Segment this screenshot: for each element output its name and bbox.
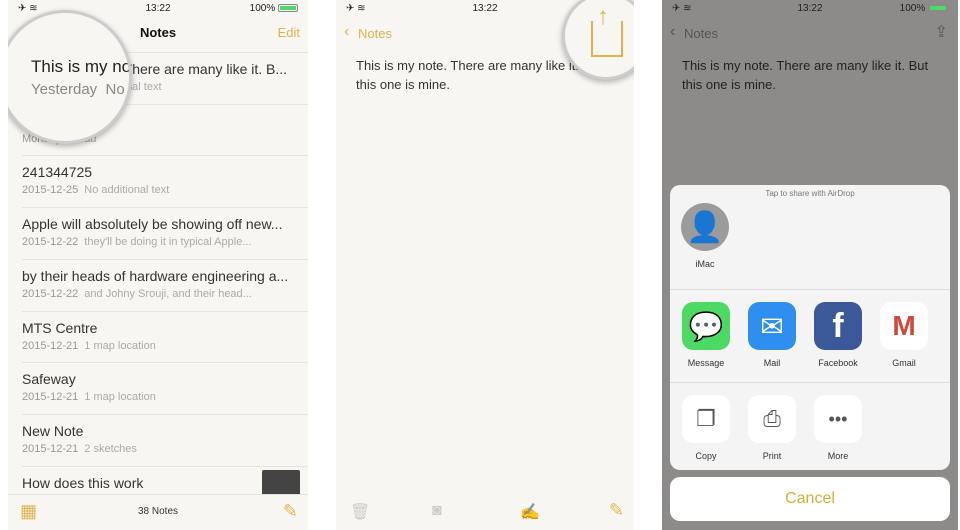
- note-title: 241344725: [22, 164, 93, 181]
- note-date: 2015-12-21: [22, 391, 79, 404]
- app-label: Facebook: [818, 358, 858, 368]
- note-preview: and Johny Srouji, and their head...: [84, 287, 252, 300]
- status-bar: ✈ ≋ 13:22 100%: [662, 0, 958, 18]
- share-sheet: Tap to share with AirDrop 👤 iMac 💬 Messag…: [670, 185, 950, 470]
- app-label: Message: [687, 358, 725, 368]
- note-preview: 1 map location: [84, 339, 156, 352]
- note-title: Apple will absolutely be showing off new…: [22, 216, 283, 233]
- battery-percent: 100%: [249, 3, 276, 14]
- sketch-thumbnail: [262, 470, 300, 496]
- chevron-left-icon: ‹: [670, 23, 676, 40]
- note-preview: 1 map location: [84, 391, 156, 404]
- airdrop-hint: Tap to share with AirDrop: [765, 189, 855, 198]
- action-copy[interactable]: ❐ Copy: [682, 395, 730, 461]
- note-list-item[interactable]: Safeway 2015-12-21 1 map location: [22, 362, 308, 414]
- share-app-mail[interactable]: ✉ Mail: [748, 302, 796, 368]
- message-icon: 💬: [682, 302, 730, 350]
- share-sheet-screen: ✈ ≋ 13:22 100% ‹ Notes ⇪ This is my note…: [662, 0, 958, 530]
- action-label: Copy: [695, 451, 717, 461]
- edit-button[interactable]: Edit: [278, 25, 300, 40]
- share-app-gmail[interactable]: M Gmail: [880, 302, 928, 368]
- compose-icon[interactable]: ✎: [609, 500, 624, 521]
- note-title: MTS Centre: [22, 319, 98, 336]
- back-button[interactable]: ‹ Notes ⇪: [662, 20, 958, 48]
- note-title: by their heads of hardware engineering a…: [22, 267, 289, 284]
- note-list-item[interactable]: New Note 2015-12-21 2 sketches: [22, 413, 308, 466]
- note-title: New Note: [22, 422, 84, 439]
- cancel-button[interactable]: Cancel: [670, 477, 950, 521]
- note-date: 2015-12-22: [22, 287, 79, 300]
- note-list-item[interactable]: 241344725 2015-12-25 No additional text: [22, 155, 308, 207]
- action-label: Print: [762, 451, 782, 461]
- battery-percent: 100%: [899, 3, 926, 14]
- avatar: 👤: [681, 203, 729, 251]
- note-date: 2015-12-25: [22, 184, 79, 197]
- sketch-icon[interactable]: ✍: [520, 502, 540, 522]
- back-label: Notes: [358, 26, 392, 41]
- battery-icon: [928, 4, 948, 13]
- share-arrow-icon: ↑: [597, 3, 609, 30]
- notes-count: 38 Notes: [137, 506, 179, 517]
- magnified-title: This is my no: [31, 57, 132, 76]
- gmail-icon: M: [880, 302, 928, 350]
- airdrop-device[interactable]: 👤 iMac: [681, 203, 729, 269]
- compose-icon[interactable]: ✎: [283, 501, 298, 522]
- note-date: 2015-12-21: [22, 442, 79, 455]
- note-date: 2015-12-22: [22, 236, 79, 249]
- battery-icon: [278, 4, 298, 13]
- app-label: Mail: [763, 358, 781, 368]
- share-icon[interactable]: ⇪: [935, 22, 948, 42]
- magnified-date: Yesterday: [31, 81, 98, 98]
- note-preview: No additional text: [84, 184, 170, 197]
- note-body: This is my note. There are many like it.…: [682, 58, 929, 92]
- magnified-preview: No: [105, 81, 125, 98]
- trash-icon[interactable]: 🗑: [350, 502, 370, 522]
- copy-icon: ❐: [682, 395, 730, 443]
- note-list-item[interactable]: Apple will absolutely be showing off new…: [22, 207, 308, 259]
- note-preview: they'll be doing it in typical Apple...: [84, 236, 252, 249]
- airdrop-device-label: iMac: [695, 259, 715, 269]
- share-app-facebook[interactable]: f Facebook: [814, 302, 862, 368]
- note-title: Safeway: [22, 371, 76, 388]
- back-label: Notes: [684, 26, 718, 41]
- note-detail-screen: ✈ ≋ 13:22 100% ‹ Notes This is my note. …: [336, 0, 634, 530]
- camera-icon[interactable]: ◙: [432, 502, 442, 520]
- chevron-left-icon: ‹: [344, 23, 350, 40]
- action-print[interactable]: ⎙ Print: [748, 395, 796, 461]
- note-list-item[interactable]: by their heads of hardware engineering a…: [22, 258, 308, 311]
- note-list-item[interactable]: MTS Centre 2015-12-21 1 map location: [22, 310, 308, 363]
- more-icon: •••: [814, 395, 862, 443]
- action-label: More: [827, 451, 849, 461]
- mail-icon: ✉: [748, 302, 796, 350]
- bottom-toolbar: 🗑 ◙ ✍ ✎: [336, 494, 634, 530]
- bottom-toolbar: ▦ 38 Notes ✎: [8, 494, 308, 530]
- facebook-icon: f: [814, 302, 862, 350]
- app-label: Gmail: [892, 358, 916, 368]
- printer-icon: ⎙: [748, 395, 796, 443]
- share-app-message[interactable]: 💬 Message: [682, 302, 730, 368]
- note-date: 2015-12-21: [22, 339, 79, 352]
- notes-list-screen: ✈ ︎≋ 13:22 100% Notes Edit This is my no…: [8, 0, 308, 530]
- action-more[interactable]: ••• More: [814, 395, 862, 461]
- note-preview: 2 sketches: [84, 442, 137, 455]
